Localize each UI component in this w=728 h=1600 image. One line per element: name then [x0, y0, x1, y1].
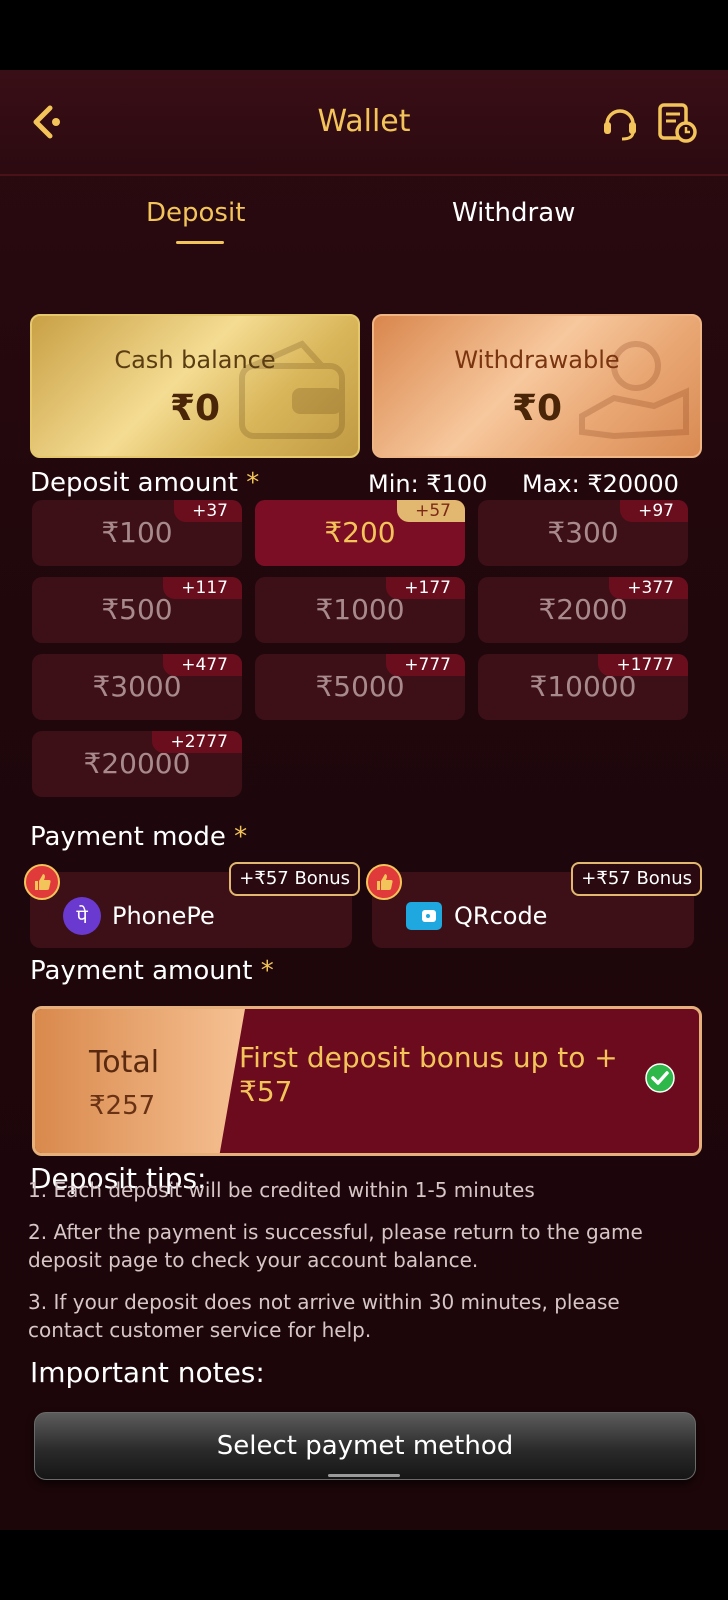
amount-bonus-badge: +177: [386, 577, 465, 599]
amount-option[interactable]: ₹3000 +477: [32, 654, 242, 720]
header-bar: Wallet: [0, 70, 728, 176]
cash-balance-label: Cash balance: [114, 346, 276, 374]
amount-bonus-badge: +117: [163, 577, 242, 599]
amount-bonus-badge: +37: [174, 500, 242, 522]
deposit-amount-text: Deposit amount: [30, 468, 238, 498]
amount-option[interactable]: ₹20000 +2777: [32, 731, 242, 797]
payment-mode-label: Payment mode *: [30, 822, 247, 852]
amount-option[interactable]: ₹2000 +377: [478, 577, 688, 643]
phonepe-bonus-badge: +₹57 Bonus: [229, 862, 360, 896]
max-amount: Max: ₹20000: [522, 470, 679, 498]
amount-bonus-badge: +377: [609, 577, 688, 599]
phonepe-label: PhonePe: [112, 902, 215, 930]
first-deposit-bonus-text: First deposit bonus up to +₹57: [239, 1041, 618, 1108]
amount-option[interactable]: ₹100 +37: [32, 500, 242, 566]
record-clock-icon[interactable]: [656, 102, 698, 144]
tip-3: 3. If your deposit does not arrive withi…: [28, 1290, 620, 1342]
select-payment-method-button[interactable]: Select paymet method: [34, 1412, 696, 1480]
qrcode-wallet-icon: [406, 902, 442, 930]
required-mark: *: [260, 956, 274, 986]
cash-balance-card: Cash balance ₹0: [30, 314, 360, 458]
svg-text:पे: पे: [76, 904, 88, 928]
total-label: Total: [89, 1045, 160, 1080]
withdrawable-card: Withdrawable ₹0: [372, 314, 702, 458]
payment-option-phonepe[interactable]: पे PhonePe +₹57 Bonus: [24, 862, 360, 948]
payment-amount-label: Payment amount *: [30, 956, 274, 986]
tab-withdraw[interactable]: Withdraw: [452, 198, 575, 228]
amount-bonus-badge: +57: [397, 500, 465, 522]
min-amount: Min: ₹100: [368, 470, 488, 498]
active-tab-indicator: [176, 241, 224, 244]
qrcode-bonus-badge: +₹57 Bonus: [571, 862, 702, 896]
withdrawable-value: ₹0: [511, 388, 563, 429]
headset-icon[interactable]: [600, 102, 640, 142]
amount-bonus-badge: +777: [386, 654, 465, 676]
payment-amount-box: Total ₹257 First deposit bonus up to +₹5…: [32, 1006, 702, 1156]
tip-2: 2. After the payment is successful, plea…: [28, 1220, 643, 1272]
amount-bonus-badge: +2777: [152, 731, 242, 753]
wallet-screen: Wallet Deposit Withdraw Cash balance ₹0: [0, 70, 728, 1530]
qrcode-label: QRcode: [454, 902, 548, 930]
amount-option[interactable]: ₹500 +117: [32, 577, 242, 643]
thumbs-up-icon: [366, 864, 402, 900]
tab-deposit[interactable]: Deposit: [146, 198, 245, 228]
amount-option[interactable]: ₹300 +97: [478, 500, 688, 566]
amount-bonus-badge: +477: [163, 654, 242, 676]
total-value: ₹257: [89, 1091, 156, 1121]
total-panel: [35, 1009, 245, 1153]
home-indicator: [328, 1474, 400, 1477]
cash-balance-value: ₹0: [169, 388, 221, 429]
payment-amount-text: Payment amount: [30, 956, 253, 986]
deposit-amount-label: Deposit amount *: [30, 468, 259, 498]
bottom-action-bar: Select paymet method: [0, 1400, 728, 1530]
select-payment-method-label: Select paymet method: [216, 1431, 514, 1461]
check-circle-icon[interactable]: [645, 1063, 675, 1093]
required-mark: *: [234, 822, 248, 852]
thumbs-up-icon: [24, 864, 60, 900]
withdrawable-label: Withdrawable: [454, 346, 620, 374]
tip-1: 1. Each deposit will be credited within …: [28, 1178, 535, 1202]
amount-option[interactable]: ₹5000 +777: [255, 654, 465, 720]
important-notes-title: Important notes:: [30, 1356, 265, 1389]
payment-mode-text: Payment mode: [30, 822, 226, 852]
payment-option-qrcode[interactable]: QRcode +₹57 Bonus: [366, 862, 702, 948]
amount-bonus-badge: +1777: [598, 654, 688, 676]
amount-option[interactable]: ₹1000 +177: [255, 577, 465, 643]
amount-option[interactable]: ₹200 +57: [255, 500, 465, 566]
amount-bonus-badge: +97: [620, 500, 688, 522]
phonepe-icon: पे: [63, 897, 101, 935]
required-mark: *: [246, 468, 260, 498]
amount-option[interactable]: ₹10000 +1777: [478, 654, 688, 720]
